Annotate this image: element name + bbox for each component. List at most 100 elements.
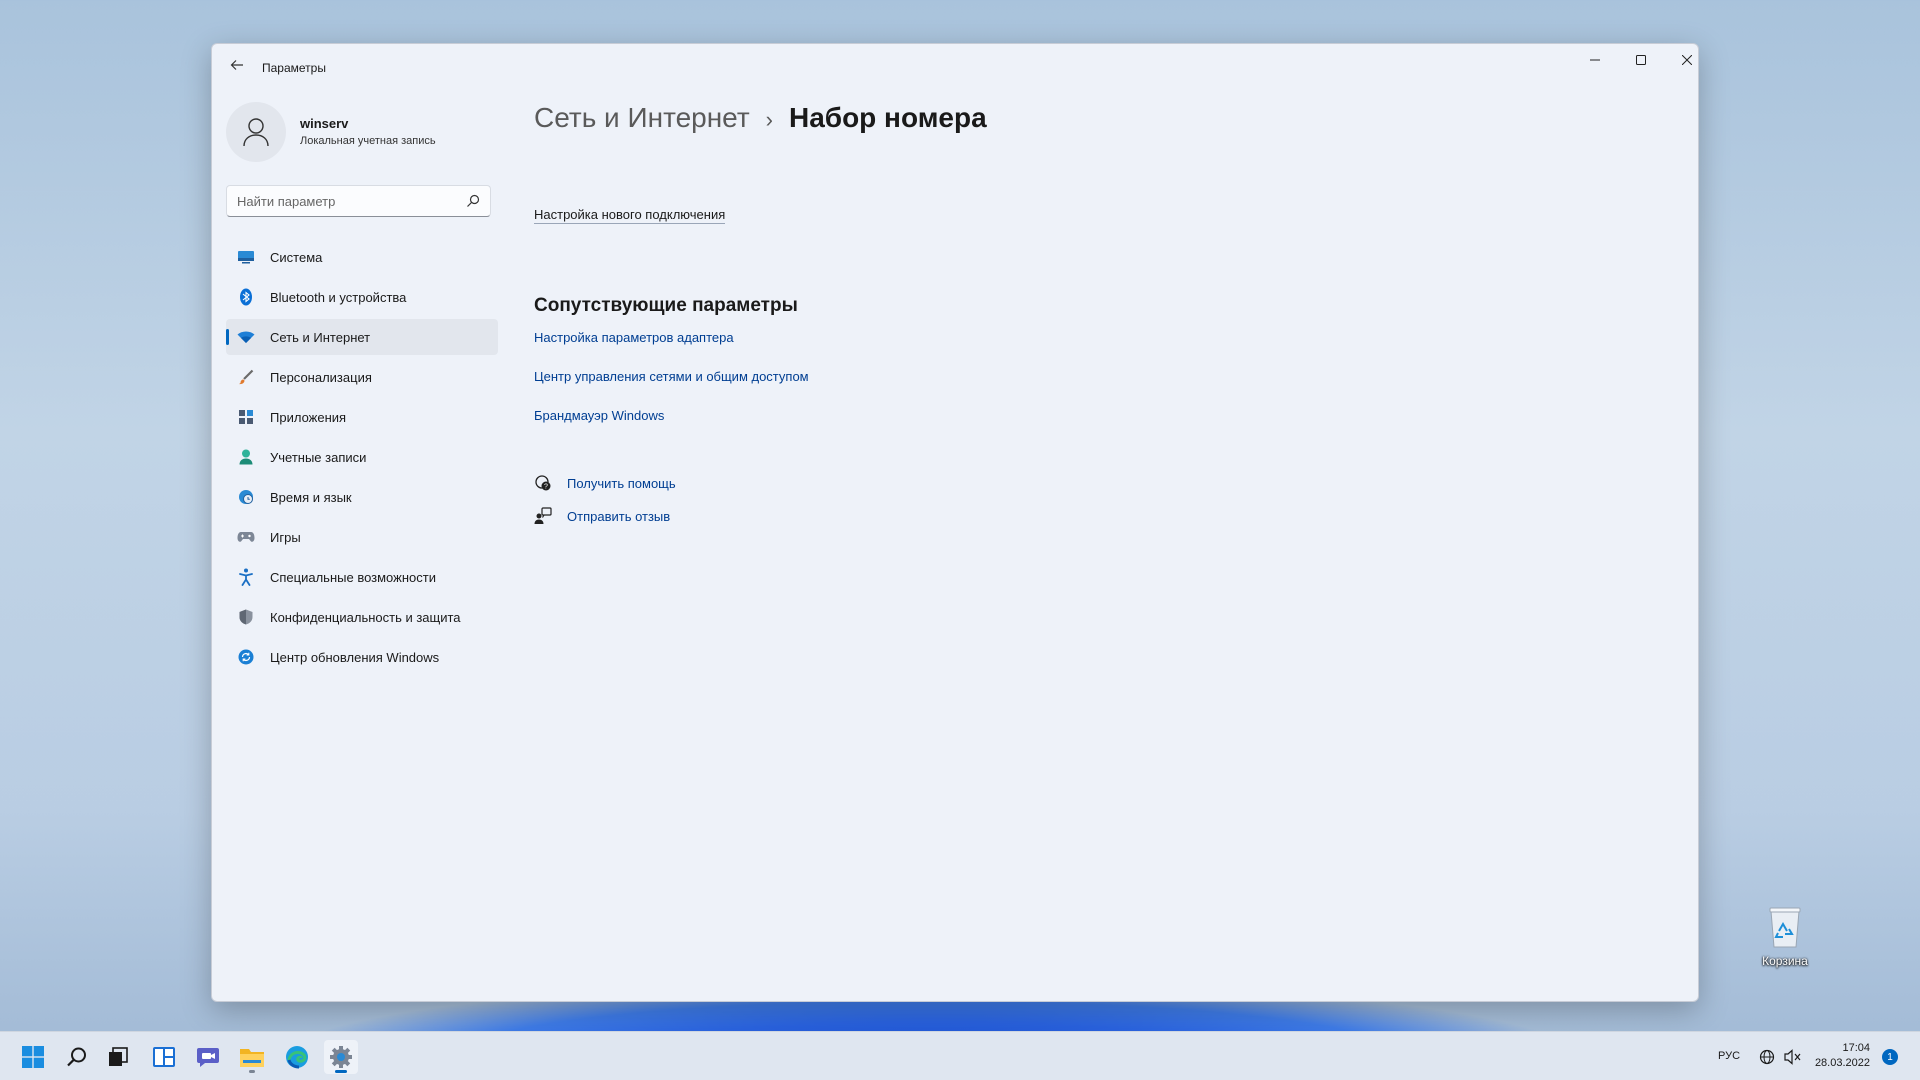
breadcrumb: Сеть и Интернет › Набор номера [534,102,987,142]
accessibility-icon [237,568,255,586]
minimize-icon [1590,59,1600,61]
feedback-icon [534,507,552,524]
recycle-bin-label: Корзина [1762,954,1808,968]
sidebar-item-label: Сеть и Интернет [270,329,371,345]
arrow-left-icon [230,60,243,70]
edge-icon [286,1046,308,1069]
recycle-bin[interactable]: Корзина [1755,905,1815,968]
settings-window: Параметры winserv Локальная учетная запи… [211,43,1699,1002]
sidebar-item-bluetooth[interactable]: Bluetooth и устройства [226,279,498,315]
back-button[interactable] [226,54,248,76]
related-settings-title: Сопутствующие параметры [534,295,798,316]
user-avatar-icon [243,118,269,147]
sidebar-item-privacy[interactable]: Конфиденциальность и защита [226,599,498,635]
user-name: winserv [300,116,349,131]
running-indicator [249,1070,255,1073]
sidebar-item-network[interactable]: Сеть и Интернет [226,319,498,355]
new-connection-link[interactable]: Настройка нового подключения [534,207,726,224]
sidebar-item-label: Конфиденциальность и защита [270,609,461,625]
file-explorer-button[interactable] [235,1040,269,1074]
adapter-settings-link[interactable]: Настройка параметров адаптера [534,330,734,345]
chat-icon [197,1048,219,1067]
notification-badge[interactable]: 1 [1882,1049,1898,1065]
sidebar-item-gaming[interactable]: Игры [226,519,498,555]
sidebar-item-label: Игры [270,529,301,545]
sidebar-item-windows-update[interactable]: Центр обновления Windows [226,639,498,675]
apps-icon [237,408,255,426]
search-icon [67,1047,86,1067]
close-button[interactable] [1664,44,1698,76]
wifi-icon [237,328,255,346]
sidebar-item-label: Bluetooth и устройства [270,289,407,305]
settings-taskbar-button[interactable] [324,1040,358,1074]
breadcrumb-parent[interactable]: Сеть и Интернет [534,102,750,134]
title-bar: Параметры [212,44,1698,84]
get-help-link[interactable]: Получить помощь [567,476,676,491]
app-title: Параметры [262,61,326,75]
sidebar-item-system[interactable]: Система [226,239,498,275]
chat-button[interactable] [191,1040,225,1074]
file-explorer-icon [240,1049,264,1067]
recycle-bin-icon [1769,907,1801,948]
main-content: Сеть и Интернет › Набор номера Настройка… [534,102,987,524]
widgets-icon [153,1047,175,1067]
search-box[interactable] [226,185,491,217]
input-language[interactable]: РУС [1718,1050,1740,1062]
taskbar: РУС 17:04 28.03.2022 1 [0,1031,1920,1080]
edge-button[interactable] [280,1040,314,1074]
firewall-link[interactable]: Брандмауэр Windows [534,408,664,423]
svg-text:?: ? [544,484,548,491]
brush-icon [237,368,255,386]
maximize-icon [1636,55,1646,65]
sidebar-item-label: Система [270,249,323,265]
clock-date: 28.03.2022 [1814,1057,1870,1069]
search-icon[interactable] [466,194,480,208]
sidebar-item-label: Приложения [270,409,347,425]
get-help-row[interactable]: ? Получить помощь [534,474,676,492]
clock-time: 17:04 [1842,1042,1870,1054]
search-input[interactable] [227,186,467,216]
sidebar-item-label: Учетные записи [270,449,367,465]
update-icon [237,648,255,666]
sidebar-item-label: Центр обновления Windows [270,649,440,665]
sidebar: winserv Локальная учетная запись Система… [226,102,498,665]
maximize-button[interactable] [1618,44,1664,76]
avatar [226,102,286,162]
sidebar-item-personalization[interactable]: Персонализация [226,359,498,395]
sidebar-item-time-language[interactable]: Время и язык [226,479,498,515]
gamepad-icon [237,528,255,546]
bluetooth-icon [237,288,255,306]
settings-icon [330,1046,352,1068]
start-button[interactable] [16,1040,50,1074]
account-type: Локальная учетная запись [300,135,436,147]
monitor-icon [237,248,255,266]
person-icon [237,448,255,466]
page-title: Набор номера [788,102,987,133]
task-view-button[interactable] [101,1040,135,1074]
taskbar-search-button[interactable] [60,1040,94,1074]
sidebar-item-label: Персонализация [270,369,372,385]
close-icon [1682,55,1692,65]
user-profile[interactable]: winserv Локальная учетная запись [226,102,498,164]
clock[interactable]: 17:04 28.03.2022 [1810,1041,1870,1071]
sidebar-item-label: Специальные возможности [270,569,436,585]
start-icon [22,1046,44,1068]
chevron-right-icon: › [765,107,773,132]
sidebar-item-accessibility[interactable]: Специальные возможности [226,559,498,595]
send-feedback-link[interactable]: Отправить отзыв [567,509,670,524]
feedback-row[interactable]: Отправить отзыв [534,507,670,525]
network-globe-icon[interactable] [1759,1049,1775,1065]
speaker-muted-icon[interactable] [1784,1049,1802,1065]
help-icon: ? [535,475,551,491]
shield-icon [237,608,255,626]
sidebar-item-accounts[interactable]: Учетные записи [226,439,498,475]
globe-clock-icon [237,488,255,506]
sidebar-item-apps[interactable]: Приложения [226,399,498,435]
sidebar-nav: Система Bluetooth и устройства Сеть и Ин… [226,239,498,679]
widgets-button[interactable] [147,1040,181,1074]
minimize-button[interactable] [1572,44,1618,76]
task-view-icon [109,1047,128,1066]
sidebar-item-label: Время и язык [270,489,352,505]
active-indicator [335,1070,347,1073]
network-center-link[interactable]: Центр управления сетями и общим доступом [534,369,809,384]
